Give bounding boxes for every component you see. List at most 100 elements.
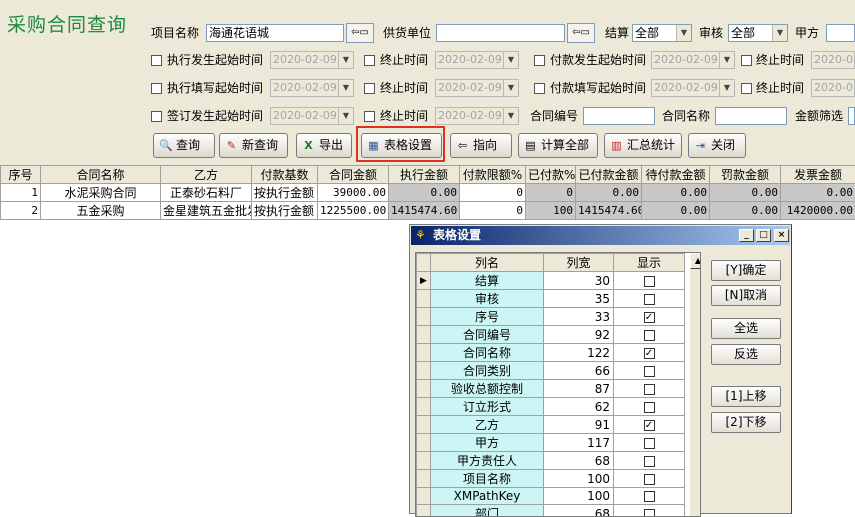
column-name-cell[interactable]: 甲方 [431, 434, 544, 452]
move-down-button[interactable]: [2]下移 [711, 412, 781, 433]
chevron-down-icon[interactable]: ▼ [772, 25, 787, 41]
summary-button[interactable]: ▥汇总统计 [604, 133, 682, 158]
list-item[interactable]: 序号33✓ [417, 308, 685, 326]
select-all-button[interactable]: 全选 [711, 318, 781, 339]
list-item[interactable]: 合同名称122 ✓ [417, 344, 685, 362]
list-item[interactable]: 甲方117 [417, 434, 685, 452]
column-width-cell[interactable]: 68 [544, 452, 614, 470]
supplier-lookup-button[interactable]: ⇦▭ [567, 23, 595, 43]
column-name-cell[interactable]: 合同名称 [431, 344, 544, 362]
list-item[interactable]: 甲方责任人68 [417, 452, 685, 470]
col-header[interactable]: 合同名称 [41, 166, 161, 184]
column-name-cell[interactable]: 验收总额控制 [431, 380, 544, 398]
chevron-down-icon[interactable]: ▼ [503, 80, 518, 96]
column-name-cell[interactable]: 甲方责任人 [431, 452, 544, 470]
show-checkbox[interactable] [644, 474, 655, 485]
new-query-button[interactable]: ✎新查询 [219, 133, 288, 158]
column-width-cell[interactable]: 91 [544, 416, 614, 434]
col-header[interactable]: 待付款金额 [642, 166, 710, 184]
column-name-cell[interactable]: 审核 [431, 290, 544, 308]
column-width-cell[interactable]: 30 [544, 272, 614, 290]
calc-all-button[interactable]: ▤计算全部 [518, 133, 598, 158]
cancel-button[interactable]: [N]取消 [711, 285, 781, 306]
maximize-button[interactable]: □ [756, 229, 771, 242]
ok-button[interactable]: [Y]确定 [711, 260, 781, 281]
column-width-cell[interactable]: 100 [544, 470, 614, 488]
column-width-cell[interactable]: 62 [544, 398, 614, 416]
sign-date-checkbox[interactable] [151, 111, 162, 122]
column-width-cell[interactable]: 92 [544, 326, 614, 344]
exec-date-checkbox[interactable] [151, 55, 162, 66]
execfill-date-checkbox[interactable] [151, 83, 162, 94]
query-button[interactable]: 🔍查询 [153, 133, 215, 158]
table-row[interactable]: 2 五金采购 金星建筑五金批发 按执行金额 1225500.00 1415474… [1, 202, 855, 220]
invert-selection-button[interactable]: 反选 [711, 344, 781, 365]
pay-end-checkbox[interactable] [741, 55, 752, 66]
chevron-down-icon[interactable]: ▼ [719, 80, 734, 96]
minimize-button[interactable]: _ [739, 229, 754, 242]
list-item[interactable]: 验收总额控制87 [417, 380, 685, 398]
show-checkbox[interactable] [644, 491, 655, 502]
contract-no-input[interactable] [583, 107, 655, 125]
pay-end-date[interactable]: 2020-0 [811, 51, 855, 69]
guide-button[interactable]: ⇦指向 [450, 133, 512, 158]
col-header[interactable]: 合同金额 [318, 166, 389, 184]
payfill-end-checkbox[interactable] [741, 83, 752, 94]
chevron-down-icon[interactable]: ▼ [503, 52, 518, 68]
column-width-cell[interactable]: 33 [544, 308, 614, 326]
vertical-scrollbar[interactable]: ▲ [690, 253, 701, 517]
column-width-cell[interactable]: 68 [544, 505, 614, 517]
list-item[interactable]: 合同编号92 [417, 326, 685, 344]
amount-filter-input[interactable] [848, 107, 855, 125]
col-header[interactable]: 执行金额 [389, 166, 460, 184]
exec-end-checkbox[interactable] [364, 55, 375, 66]
column-width-cell[interactable]: 35 [544, 290, 614, 308]
list-item[interactable]: 项目名称100 [417, 470, 685, 488]
list-item[interactable]: ▶结算30 [417, 272, 685, 290]
exec-start-date[interactable]: 2020-02-09▼ [270, 51, 354, 69]
show-checkbox[interactable] [644, 330, 655, 341]
column-name-cell[interactable]: XMPathKey [431, 488, 544, 505]
show-checkbox[interactable] [644, 294, 655, 305]
show-checkbox[interactable]: ✓ [644, 348, 655, 359]
list-item[interactable]: 订立形式62 [417, 398, 685, 416]
show-checkbox[interactable] [644, 366, 655, 377]
list-item[interactable]: 部门68 [417, 505, 685, 517]
list-item[interactable]: XMPathKey100 [417, 488, 685, 505]
pay-start-date[interactable]: 2020-02-09▼ [651, 51, 735, 69]
show-checkbox[interactable] [644, 509, 655, 517]
execfill-end-checkbox[interactable] [364, 83, 375, 94]
show-checkbox[interactable]: ✓ [644, 420, 655, 431]
col-header[interactable]: 序号 [1, 166, 41, 184]
column-name-cell[interactable]: 订立形式 [431, 398, 544, 416]
exec-end-date[interactable]: 2020-02-09▼ [435, 51, 519, 69]
column-width-cell[interactable]: 87 [544, 380, 614, 398]
column-width-cell[interactable]: 66 [544, 362, 614, 380]
show-checkbox[interactable] [644, 384, 655, 395]
column-width-cell[interactable]: 117 [544, 434, 614, 452]
show-checkbox[interactable] [644, 276, 655, 287]
col-header[interactable]: 发票金额 [781, 166, 855, 184]
close-icon[interactable]: × [774, 229, 789, 242]
payfill-start-date[interactable]: 2020-02-09▼ [651, 79, 735, 97]
chevron-down-icon[interactable]: ▼ [676, 25, 691, 41]
col-header[interactable]: 罚款金额 [710, 166, 781, 184]
chevron-down-icon[interactable]: ▼ [338, 80, 353, 96]
show-checkbox[interactable] [644, 456, 655, 467]
execfill-start-date[interactable]: 2020-02-09▼ [270, 79, 354, 97]
move-up-button[interactable]: [1]上移 [711, 386, 781, 407]
payfill-end-date[interactable]: 2020-0 [811, 79, 855, 97]
supplier-input[interactable] [436, 24, 565, 42]
col-header[interactable]: 已付款金额 [576, 166, 642, 184]
list-item[interactable]: 审核35 [417, 290, 685, 308]
column-width-cell[interactable]: 122 [544, 344, 614, 362]
list-item[interactable]: 合同类别66 [417, 362, 685, 380]
export-button[interactable]: X导出 [296, 133, 352, 158]
show-checkbox[interactable]: ✓ [644, 312, 655, 323]
show-checkbox[interactable] [644, 438, 655, 449]
column-name-cell[interactable]: 项目名称 [431, 470, 544, 488]
project-lookup-button[interactable]: ⇦▭ [346, 23, 374, 43]
payfill-date-checkbox[interactable] [534, 83, 545, 94]
scroll-up-icon[interactable]: ▲ [690, 253, 701, 269]
close-button[interactable]: ⇥关闭 [688, 133, 746, 158]
